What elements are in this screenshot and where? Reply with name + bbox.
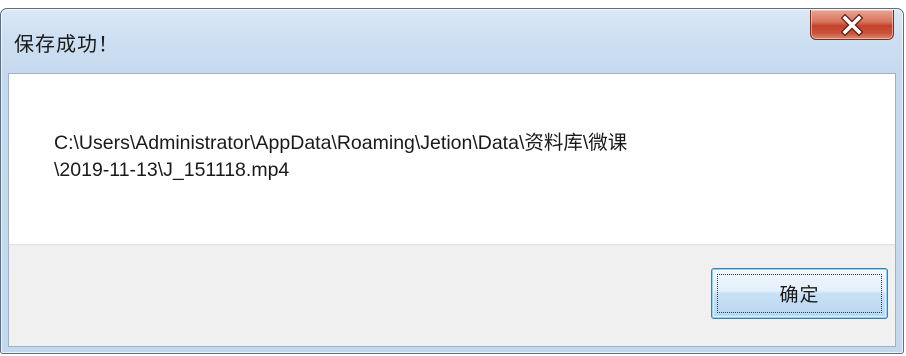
message-area: C:\Users\Administrator\AppData\Roaming\J… <box>9 74 895 244</box>
button-area: 确定 <box>9 244 895 346</box>
window-title: 保存成功！ <box>14 32 119 56</box>
message-line: C:\Users\Administrator\AppData\Roaming\J… <box>54 132 628 154</box>
close-icon <box>841 13 863 36</box>
ok-button-label: 确定 <box>779 285 820 306</box>
message-text: C:\Users\Administrator\AppData\Roaming\J… <box>54 130 854 184</box>
message-line: \2019-11-13\J_151118.mp4 <box>54 159 290 181</box>
message-dialog: 保存成功！ C:\Users\Administrator\AppData\Roa… <box>0 0 906 356</box>
window-frame: 保存成功！ C:\Users\Administrator\AppData\Roa… <box>0 8 904 354</box>
dialog-client-area: C:\Users\Administrator\AppData\Roaming\J… <box>8 73 896 347</box>
close-button[interactable] <box>810 10 894 40</box>
title-bar[interactable]: 保存成功！ <box>1 9 903 73</box>
ok-button[interactable]: 确定 <box>711 268 888 319</box>
